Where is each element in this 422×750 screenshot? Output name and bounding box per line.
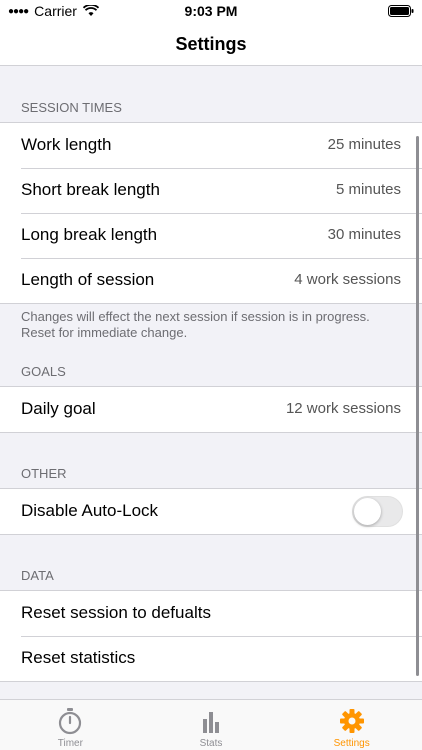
page-title: Settings: [175, 34, 247, 54]
navigation-bar: Settings: [0, 22, 422, 66]
row-label: Disable Auto-Lock: [21, 501, 159, 520]
data-group: Reset session to defualts Reset statisti…: [0, 590, 422, 682]
long-break-length-row[interactable]: Long break length 30 minutes: [0, 213, 422, 258]
daily-goal-row[interactable]: Daily goal 12 work sessions: [0, 387, 422, 432]
status-bar: ●●●● Carrier 9:03 PM: [0, 0, 422, 22]
row-label: Long break length: [21, 225, 158, 244]
row-value: 25 minutes: [327, 136, 401, 153]
row-value: 4 work sessions: [294, 271, 401, 288]
status-time: 9:03 PM: [184, 3, 238, 19]
tab-stats[interactable]: Stats: [141, 700, 282, 750]
settings-list[interactable]: SESSION TIMES Work length 25 minutes Sho…: [0, 66, 422, 699]
row-label: Short break length: [21, 180, 160, 199]
short-break-length-row[interactable]: Short break length 5 minutes: [0, 168, 422, 213]
row-label: Length of session: [21, 270, 155, 289]
section-header-data: DATA: [21, 568, 54, 583]
tab-timer[interactable]: Timer: [0, 700, 141, 750]
section-header-other: OTHER: [21, 466, 67, 481]
length-of-session-row[interactable]: Length of session 4 work sessions: [0, 258, 422, 303]
reset-session-row[interactable]: Reset session to defualts: [0, 591, 422, 636]
section-header-goals: GOALS: [21, 364, 66, 379]
auto-lock-toggle[interactable]: [352, 496, 403, 527]
row-label: Daily goal: [21, 399, 96, 418]
vertical-scrollbar[interactable]: [416, 136, 419, 676]
tab-bar: Timer Stats Settings: [0, 699, 422, 750]
session-times-group: Work length 25 minutes Short break lengt…: [0, 122, 422, 304]
tab-label: Stats: [199, 738, 223, 749]
gear-icon: [339, 709, 364, 733]
row-label: Work length: [21, 135, 112, 154]
session-times-footer-note: Changes will effect the next session if …: [21, 309, 370, 340]
section-header-session-times: SESSION TIMES: [21, 100, 122, 115]
tab-label: Timer: [57, 738, 83, 749]
goals-group: Daily goal 12 work sessions: [0, 386, 422, 433]
row-label: Reset session to defualts: [21, 603, 211, 622]
row-label: Reset statistics: [21, 648, 136, 667]
bar-chart-icon: [203, 712, 219, 733]
reset-statistics-row[interactable]: Reset statistics: [0, 636, 422, 681]
row-value: 5 minutes: [335, 181, 401, 198]
tab-label: Settings: [333, 738, 370, 749]
stopwatch-icon: [59, 708, 82, 735]
battery-icon: [388, 5, 414, 17]
toggle-knob: [354, 498, 381, 525]
row-value: 30 minutes: [327, 226, 401, 243]
disable-auto-lock-row: Disable Auto-Lock: [0, 489, 422, 534]
other-group: Disable Auto-Lock: [0, 488, 422, 535]
work-length-row[interactable]: Work length 25 minutes: [0, 123, 422, 168]
row-value: 12 work sessions: [285, 400, 401, 417]
tab-settings[interactable]: Settings: [281, 700, 422, 750]
